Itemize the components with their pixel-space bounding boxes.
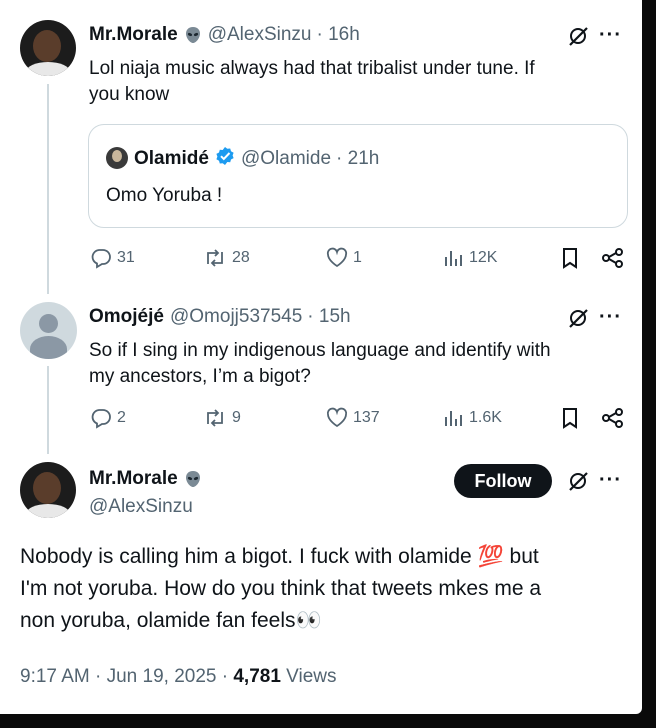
like-count: 1: [353, 249, 362, 266]
views-count: 12K: [469, 249, 498, 266]
bookmark-icon[interactable]: [560, 247, 580, 274]
like-count: 137: [353, 409, 380, 426]
author-name[interactable]: Mr.Morale: [89, 468, 178, 490]
grok-icon[interactable]: [567, 307, 589, 334]
repost-count: 9: [232, 409, 241, 426]
reply-count: 31: [117, 249, 135, 266]
more-icon[interactable]: ···: [599, 469, 622, 492]
avatar[interactable]: [106, 147, 128, 169]
repost-button[interactable]: 28: [203, 247, 250, 269]
tweet-time[interactable]: · 15h: [307, 306, 350, 328]
tweet-text: So if I sing in my indigenous language a…: [89, 340, 551, 387]
share-icon[interactable]: [601, 247, 625, 274]
alien-icon: [184, 470, 202, 488]
share-icon[interactable]: [601, 407, 625, 434]
tweet-date[interactable]: 9:17 AM · Jun 19, 2025 ·: [20, 666, 233, 687]
quote-time[interactable]: · 21h: [336, 148, 379, 170]
tweet-thread-card: Mr.Morale @AlexSinzu · 16h ··· Lol niaja…: [0, 0, 642, 714]
like-icon: [326, 407, 348, 429]
author-handle[interactable]: @Omojj537545: [170, 306, 302, 328]
main-tweet-text: Nobody is calling him a bigot. I fuck wi…: [20, 545, 542, 632]
avatar[interactable]: [20, 462, 76, 518]
author-name[interactable]: Mr.Morale: [89, 24, 178, 46]
repost-icon: [203, 407, 227, 429]
reply-button[interactable]: 2: [90, 407, 126, 429]
quote-author-name[interactable]: Olamidé: [134, 148, 209, 170]
grok-icon[interactable]: [567, 25, 589, 52]
reply-icon: [90, 247, 112, 269]
tweet-header: Mr.Morale @AlexSinzu · 16h: [89, 24, 360, 46]
quote-text: Omo Yoruba !: [106, 185, 223, 206]
repost-count: 28: [232, 249, 250, 266]
tweet-header: Omojéjé @Omojj537545 · 15h: [89, 306, 351, 328]
thread-line: [47, 366, 49, 454]
reply-icon: [90, 407, 112, 429]
quoted-tweet[interactable]: Olamidé @Olamide · 21h Omo Yoruba !: [88, 124, 628, 228]
like-icon: [326, 247, 348, 269]
avatar[interactable]: [20, 302, 77, 359]
views-label: Views: [280, 666, 337, 687]
views-count: 1.6K: [469, 409, 502, 426]
tweet-meta: 9:17 AM · Jun 19, 2025 · 4,781 Views: [20, 666, 337, 688]
views-count: 4,781: [233, 666, 281, 687]
like-button[interactable]: 1: [326, 247, 362, 269]
bookmark-icon[interactable]: [560, 407, 580, 434]
tweet-text: Lol niaja music always had that tribalis…: [89, 58, 535, 105]
more-icon[interactable]: ···: [599, 306, 622, 329]
main-tweet-handle-row: @AlexSinzu: [89, 496, 193, 518]
follow-button[interactable]: Follow: [454, 464, 552, 498]
like-button[interactable]: 137: [326, 407, 380, 429]
reply-count: 2: [117, 409, 126, 426]
more-icon[interactable]: ···: [599, 24, 622, 47]
main-tweet-author: Mr.Morale: [89, 468, 208, 490]
views-icon: [442, 247, 464, 269]
views-button[interactable]: 1.6K: [442, 407, 502, 429]
repost-button[interactable]: 9: [203, 407, 241, 429]
tweet-time[interactable]: · 16h: [316, 24, 359, 46]
repost-icon: [203, 247, 227, 269]
author-name[interactable]: Omojéjé: [89, 306, 164, 328]
author-handle[interactable]: @AlexSinzu: [208, 24, 312, 46]
thread-line: [47, 84, 49, 294]
reply-button[interactable]: 31: [90, 247, 135, 269]
verified-icon: [215, 146, 235, 172]
author-handle[interactable]: @AlexSinzu: [89, 496, 193, 518]
quote-header: Olamidé @Olamide · 21h: [134, 146, 379, 172]
avatar[interactable]: [20, 20, 76, 76]
quote-author-handle[interactable]: @Olamide: [241, 148, 331, 170]
alien-icon: [184, 26, 202, 44]
grok-icon[interactable]: [567, 470, 589, 497]
views-icon: [442, 407, 464, 429]
views-button[interactable]: 12K: [442, 247, 497, 269]
